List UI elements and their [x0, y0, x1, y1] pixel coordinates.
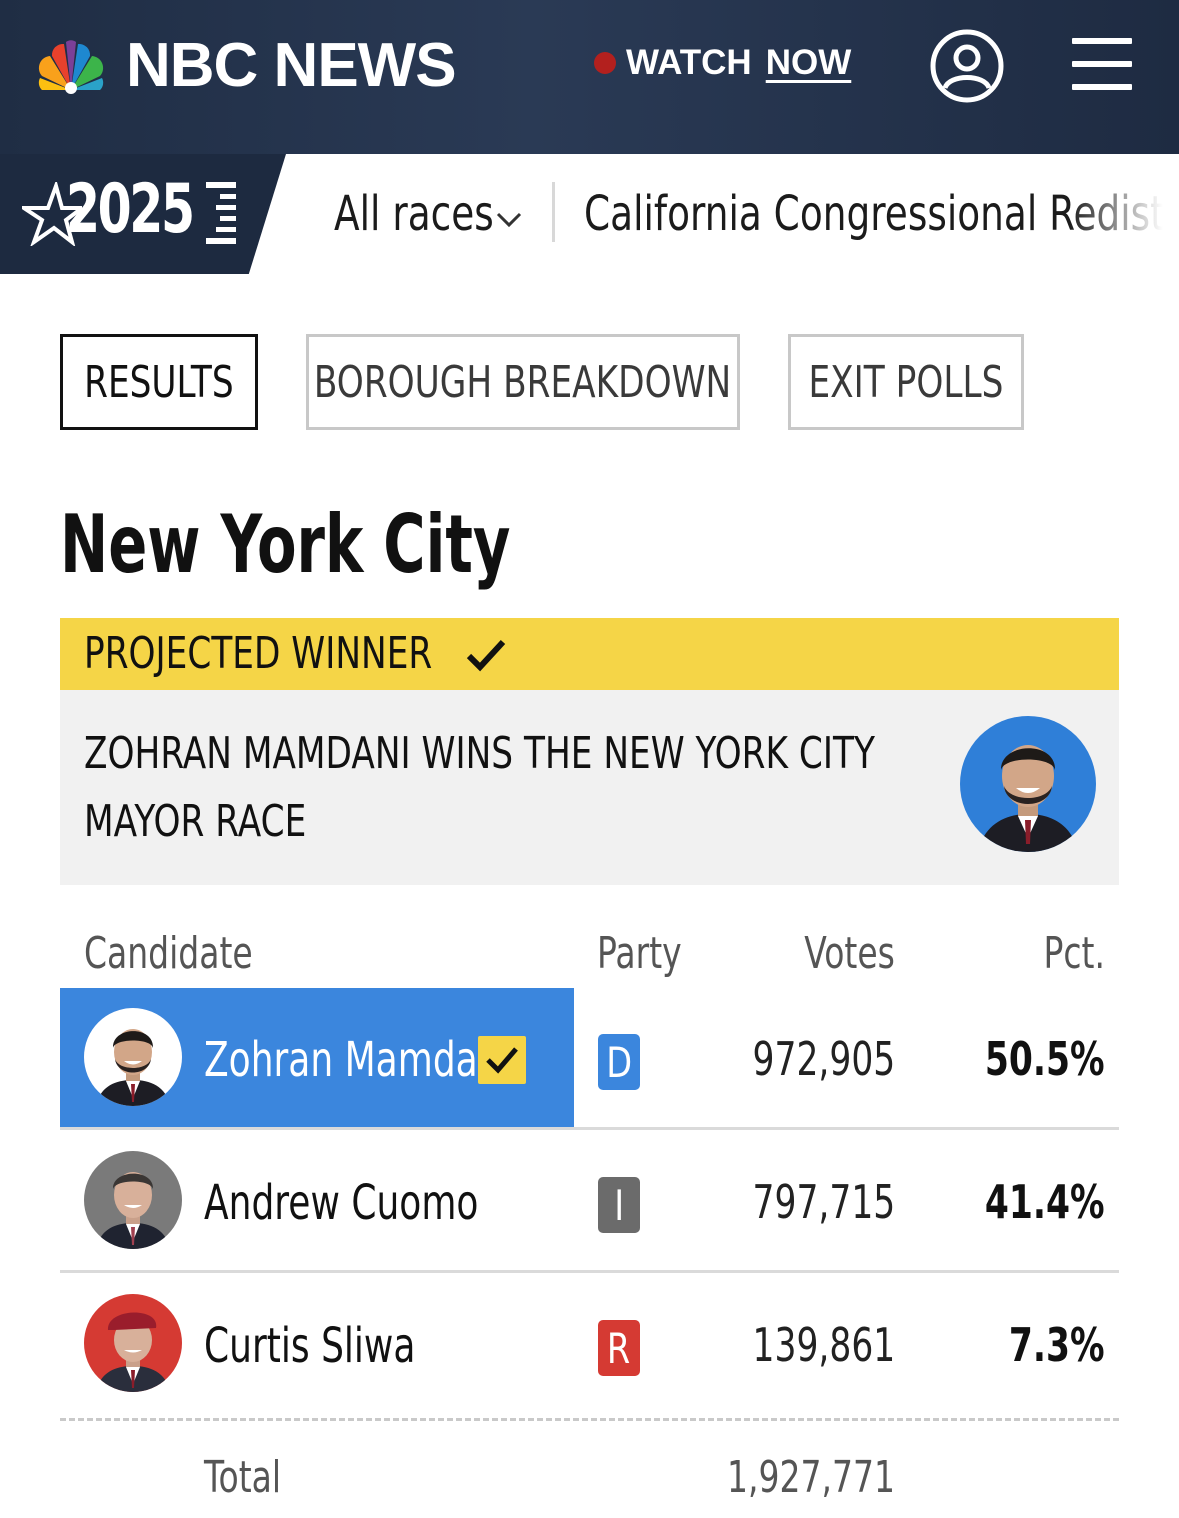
- page-title: New York City: [60, 498, 511, 591]
- watch-label: WATCH: [626, 43, 752, 82]
- year-label: 2025: [66, 170, 195, 249]
- tab-exit-polls[interactable]: EXIT POLLS: [788, 334, 1024, 430]
- candidate-avatar: [84, 1151, 182, 1249]
- winner-check-icon: [478, 1036, 526, 1084]
- party-badge: D: [598, 1034, 640, 1090]
- elections-2025-badge[interactable]: 2025: [0, 154, 286, 274]
- candidate-name: Zohran Mamdani: [204, 1032, 511, 1088]
- vote-percent: 41.4%: [985, 1175, 1105, 1229]
- brand-wordmark[interactable]: NBC NEWS: [126, 30, 457, 101]
- nbc-logo[interactable]: [30, 36, 112, 96]
- watch-now-link[interactable]: WATCH NOW: [594, 40, 851, 86]
- tab-borough-label: BOROUGH BREAKDOWN: [314, 356, 732, 408]
- chevron-down-icon[interactable]: [496, 210, 522, 230]
- candidate-avatar: [84, 1294, 182, 1392]
- elections-subnav: 2025 All races California Congressional …: [0, 154, 1179, 274]
- ballot-box-icon: [206, 182, 236, 244]
- tab-results[interactable]: RESULTS: [60, 334, 258, 430]
- column-header-votes: Votes: [804, 928, 895, 979]
- row-divider: [60, 1127, 1119, 1130]
- divider: [552, 182, 555, 242]
- total-divider: [60, 1418, 1119, 1421]
- watch-now-label: NOW: [765, 43, 852, 82]
- total-label: Total: [204, 1452, 282, 1503]
- total-votes: 1,927,771: [727, 1452, 895, 1503]
- projected-winner-label: PROJECTED WINNER: [84, 628, 433, 679]
- column-header-party: Party: [597, 928, 682, 979]
- party-badge: R: [598, 1320, 640, 1376]
- tab-results-label: RESULTS: [84, 356, 234, 408]
- candidate-avatar: [84, 1008, 182, 1106]
- hamburger-menu-icon[interactable]: [1072, 38, 1132, 90]
- table-row[interactable]: Andrew Cuomo I 797,715 41.4%: [60, 1131, 1119, 1273]
- all-races-dropdown[interactable]: All races: [334, 186, 494, 242]
- scroll-fade: [1069, 154, 1179, 274]
- row-divider: [60, 1270, 1119, 1273]
- account-icon[interactable]: [929, 28, 1005, 104]
- candidate-name: Curtis Sliwa: [204, 1318, 416, 1374]
- party-badge: I: [598, 1177, 640, 1233]
- party-letter: I: [614, 1180, 624, 1230]
- vote-percent: 7.3%: [1009, 1318, 1105, 1372]
- party-letter: R: [607, 1323, 631, 1373]
- vote-count: 139,861: [752, 1318, 895, 1372]
- peacock-icon: [38, 40, 104, 94]
- candidate-name: Andrew Cuomo: [204, 1175, 479, 1231]
- party-letter: D: [606, 1037, 632, 1087]
- vote-count: 797,715: [752, 1175, 895, 1229]
- winner-avatar: [960, 716, 1096, 852]
- vote-percent: 50.5%: [985, 1032, 1105, 1086]
- projected-winner-banner: PROJECTED WINNER: [60, 618, 1119, 690]
- winner-headline: ZOHRAN MAMDANI WINS THE NEW YORK CITY MA…: [84, 728, 875, 847]
- winner-card: ZOHRAN MAMDANI WINS THE NEW YORK CITY MA…: [60, 690, 1119, 885]
- site-header: NBC NEWS WATCH NOW: [0, 0, 1179, 154]
- tab-borough-breakdown[interactable]: BOROUGH BREAKDOWN: [306, 334, 740, 430]
- tab-exit-polls-label: EXIT POLLS: [808, 356, 1004, 408]
- table-row[interactable]: Curtis Sliwa R 139,861 7.3%: [60, 1274, 1119, 1416]
- column-header-candidate: Candidate: [84, 928, 253, 979]
- live-dot-icon: [594, 52, 616, 74]
- column-header-pct: Pct.: [1043, 928, 1105, 979]
- checkmark-icon: [466, 639, 506, 672]
- table-row[interactable]: Zohran Mamdani D 972,905 50.5%: [60, 988, 1119, 1130]
- vote-count: 972,905: [752, 1032, 895, 1086]
